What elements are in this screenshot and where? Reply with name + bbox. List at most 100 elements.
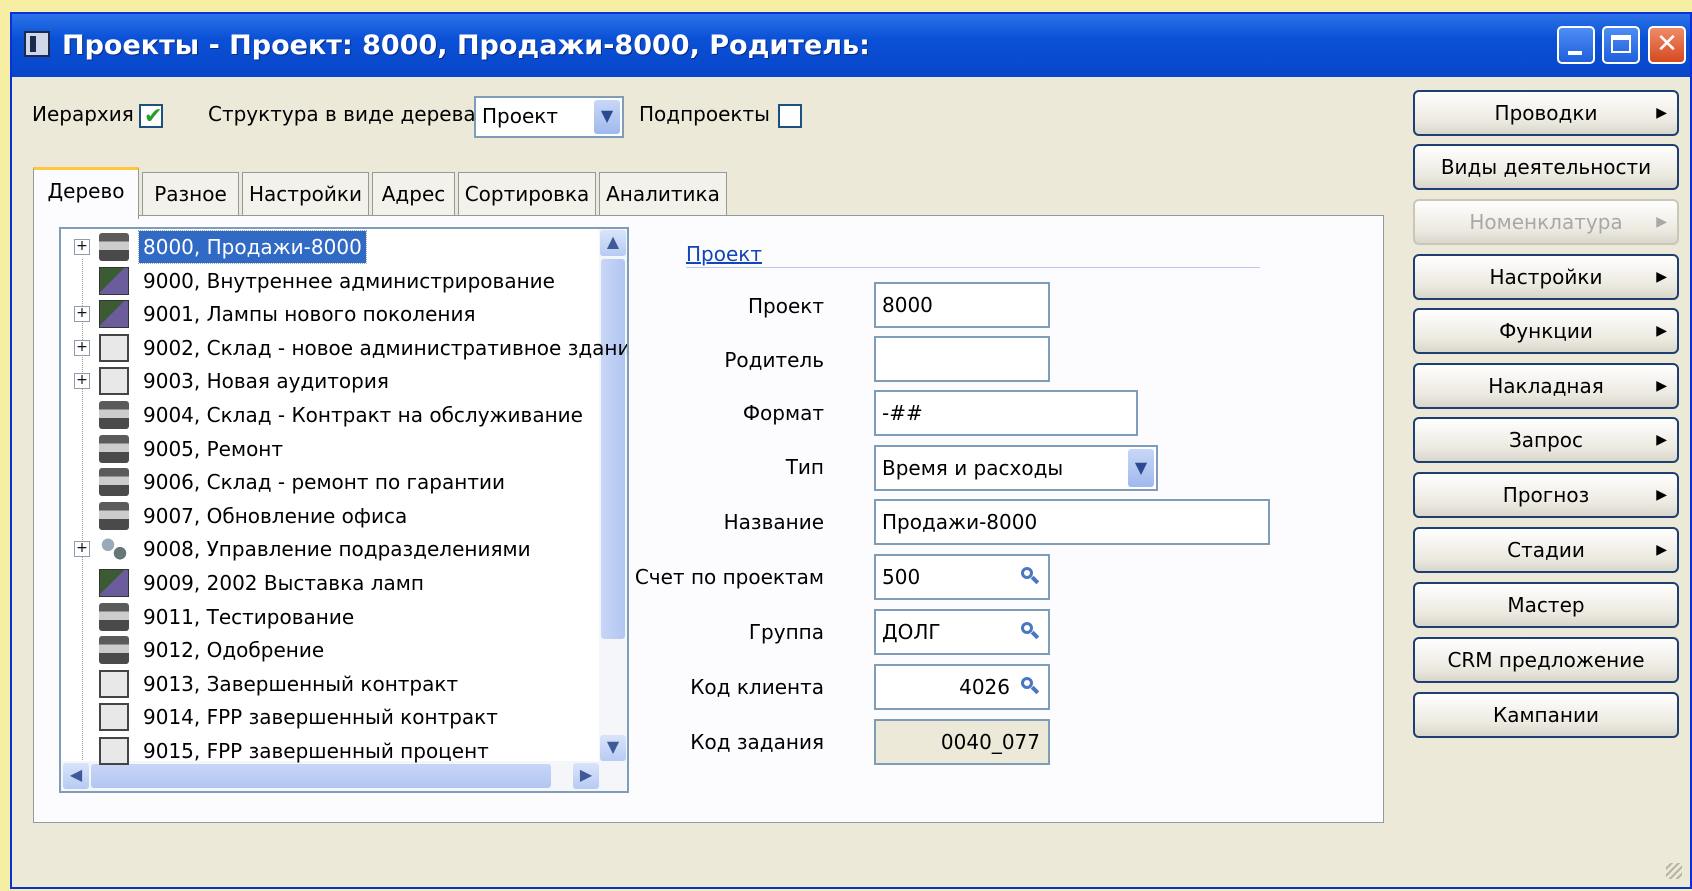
tree-item-label: 9007, Обновление офиса (143, 503, 408, 528)
resize-grip[interactable] (1666, 863, 1682, 879)
tab-sorting[interactable]: Сортировка (458, 172, 596, 216)
side-button[interactable]: Проводки ▶ (1413, 90, 1679, 136)
subprojects-label: Подпроекты (639, 102, 770, 126)
side-button[interactable]: Мастер (1413, 582, 1679, 628)
expand-icon[interactable]: + (74, 339, 90, 356)
title-bar[interactable]: Проекты - Проект: 8000, Продажи-8000, Ро… (12, 14, 1690, 77)
scroll-left-icon[interactable]: ◀ (63, 763, 89, 789)
tree-item-label: 9008, Управление подразделениями (143, 537, 531, 562)
tree-item-label: 9012, Одобрение (143, 638, 325, 663)
side-button[interactable]: Настройки ▶ (1413, 254, 1679, 300)
project-field[interactable]: 8000 (874, 282, 1050, 328)
account-field[interactable]: 500 (874, 554, 1050, 600)
parent-field[interactable] (874, 336, 1050, 382)
side-button-label: CRM предложение (1447, 648, 1645, 672)
submenu-arrow-icon: ▶ (1656, 542, 1667, 558)
scroll-up-icon[interactable]: ▲ (600, 230, 626, 256)
submenu-arrow-icon: ▶ (1656, 214, 1667, 230)
tree-structure-select[interactable]: Проект ▼ (474, 96, 624, 138)
tree-vertical-scrollbar[interactable]: ▲ ▼ (599, 229, 627, 763)
side-button[interactable]: Номенклатура ▶ (1413, 199, 1679, 245)
tree-connector-line (82, 259, 84, 764)
tree-item-label: 9013, Завершенный контракт (143, 671, 459, 696)
printer-icon (99, 434, 129, 463)
tree-item-label: 9000, Внутреннее администрирование (143, 268, 555, 293)
side-button-label: Накладная (1488, 374, 1604, 398)
side-button-label: Функции (1499, 319, 1593, 343)
tab-analytics[interactable]: Аналитика (599, 172, 727, 216)
tree-item-label: 9003, Новая аудитория (143, 369, 389, 394)
scroll-down-icon[interactable]: ▼ (600, 735, 626, 761)
scroll-thumb-vertical[interactable] (601, 259, 625, 639)
type-value: Время и расходы (882, 456, 1064, 480)
tab-settings[interactable]: Настройки (242, 172, 369, 216)
maximize-button[interactable] (1602, 26, 1640, 64)
side-button[interactable]: Прогноз ▶ (1413, 472, 1679, 518)
chart-icon (99, 266, 129, 295)
client-code-field[interactable]: 4026 (874, 664, 1050, 710)
box-icon (99, 367, 129, 396)
side-button[interactable]: Кампании (1413, 692, 1679, 738)
client-code-label: Код клиента (690, 675, 824, 699)
format-label: Формат (742, 401, 824, 425)
submenu-arrow-icon: ▶ (1656, 432, 1667, 448)
format-field[interactable]: -## (874, 390, 1138, 436)
chevron-down-icon[interactable]: ▼ (594, 100, 620, 134)
tree-structure-label: Структура в виде дерева (208, 102, 476, 126)
expand-icon[interactable]: + (74, 306, 90, 323)
printer-icon (99, 602, 129, 631)
submenu-arrow-icon: ▶ (1656, 269, 1667, 285)
window-title: Проекты - Проект: 8000, Продажи-8000, Ро… (62, 30, 870, 61)
section-project-link[interactable]: Проект (686, 242, 762, 266)
type-select[interactable]: Время и расходы ▼ (874, 445, 1158, 491)
project-label: Проект (747, 294, 824, 318)
group-field[interactable]: ДОЛГ (874, 609, 1050, 655)
minimize-button[interactable] (1557, 26, 1595, 64)
name-field[interactable]: Продажи-8000 (874, 499, 1270, 545)
submenu-arrow-icon: ▶ (1656, 487, 1667, 503)
hierarchy-label: Иерархия (32, 102, 134, 126)
side-button[interactable]: Запрос ▶ (1413, 417, 1679, 463)
printer-icon (99, 401, 129, 429)
side-button-label: Стадии (1507, 538, 1585, 562)
client-code-value: 4026 (959, 675, 1010, 699)
tree-item-label: 9004, Склад - Контракт на обслуживание (143, 403, 583, 427)
subprojects-checkbox[interactable] (778, 104, 802, 128)
side-button-label: Проводки (1494, 101, 1598, 125)
tree-item-label: 8000, Продажи-8000 (138, 230, 367, 264)
printer-icon (99, 636, 129, 665)
side-button-label: Настройки (1489, 265, 1603, 289)
tree-item-label: 9014, FPP завершенный контракт (143, 705, 498, 730)
task-code-label: Код задания (690, 730, 824, 754)
close-button[interactable]: ✕ (1648, 26, 1686, 64)
side-button[interactable]: Стадии ▶ (1413, 527, 1679, 573)
tab-tree[interactable]: Дерево (33, 167, 139, 219)
expand-icon[interactable]: + (74, 373, 90, 390)
side-button[interactable]: Функции ▶ (1413, 308, 1679, 354)
submenu-arrow-icon: ▶ (1656, 105, 1667, 121)
side-button[interactable]: CRM предложение (1413, 637, 1679, 683)
project-tree[interactable]: ▲ ▼ ◀ ▶ +8000, Продажи-8000 9000, Внутрен… (59, 227, 629, 793)
people-icon (99, 535, 129, 564)
submenu-arrow-icon: ▶ (1656, 323, 1667, 339)
side-button[interactable]: Виды деятельности (1413, 144, 1679, 190)
chevron-down-icon[interactable]: ▼ (1128, 449, 1154, 487)
lookup-icon[interactable] (1018, 619, 1044, 645)
scroll-thumb-horizontal[interactable] (91, 764, 551, 788)
scroll-right-icon[interactable]: ▶ (573, 763, 599, 789)
side-button[interactable]: Накладная ▶ (1413, 363, 1679, 409)
tab-misc[interactable]: Разное (142, 172, 239, 216)
lookup-icon[interactable] (1018, 674, 1044, 700)
lookup-icon[interactable] (1018, 564, 1044, 590)
window-icon (24, 31, 50, 57)
printer-icon (99, 233, 129, 261)
account-value: 500 (882, 565, 921, 589)
tree-item-label: 9011, Тестирование (143, 604, 355, 629)
expand-icon[interactable]: + (74, 541, 90, 558)
hierarchy-checkbox[interactable]: ✔ (139, 104, 163, 129)
tab-address[interactable]: Адрес (372, 172, 455, 216)
printer-icon (99, 501, 129, 530)
tree-structure-value: Проект (482, 104, 559, 128)
expand-icon[interactable]: + (74, 239, 90, 255)
parent-label: Родитель (724, 348, 824, 372)
